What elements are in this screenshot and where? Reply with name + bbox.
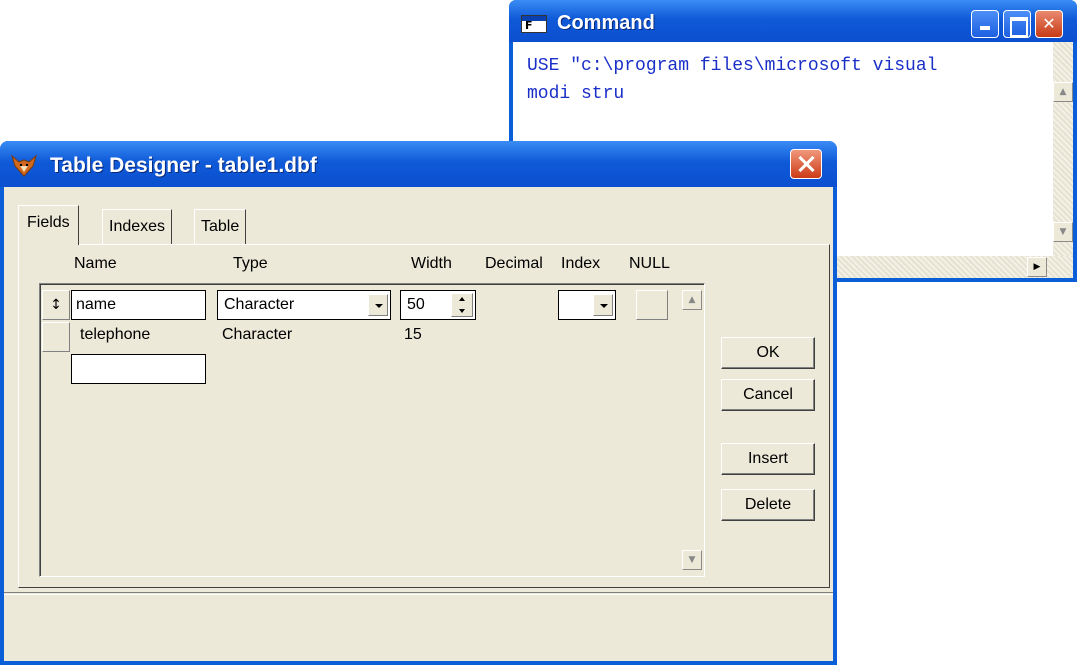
close-icon[interactable] [790, 149, 822, 179]
tab-indexes[interactable]: Indexes [102, 209, 173, 245]
insert-button[interactable]: Insert [721, 443, 815, 475]
dialog-title: Table Designer - table1.dbf [50, 154, 317, 177]
ok-button[interactable]: OK [721, 337, 815, 369]
vertical-scrollbar[interactable]: ▲ ▼ [1053, 42, 1073, 256]
minimize-button[interactable] [971, 10, 999, 38]
field-index-select[interactable] [558, 290, 616, 320]
scroll-up-arrow-icon[interactable]: ▲ [682, 290, 702, 310]
grid-vertical-scrollbar[interactable]: ▲ ▼ [682, 286, 702, 574]
command-line: USE "c:\program files\microsoft visual [527, 56, 938, 76]
column-header-name: Name [74, 255, 117, 272]
table-designer-dialog[interactable]: Table Designer - table1.dbf Fields Index… [0, 141, 837, 665]
field-width-cell[interactable]: 15 [404, 326, 422, 344]
maximize-button[interactable] [1003, 10, 1031, 38]
status-bar [4, 592, 833, 595]
scroll-down-arrow-icon[interactable]: ▼ [682, 550, 702, 570]
column-header-width: Width [411, 255, 452, 272]
command-window-icon [521, 15, 547, 33]
fox-icon [11, 154, 37, 177]
scroll-up-arrow-icon[interactable]: ▲ [1053, 82, 1073, 102]
delete-button[interactable]: Delete [721, 489, 815, 521]
chevron-down-icon[interactable] [368, 294, 388, 316]
field-type-cell[interactable]: Character [222, 326, 292, 344]
spinner-arrows-icon[interactable] [451, 293, 473, 317]
tab-table[interactable]: Table [194, 209, 247, 245]
field-width-spinner[interactable]: 50 [400, 290, 476, 320]
dialog-body: Fields Indexes Table Name Type Width Dec… [4, 187, 833, 661]
field-name-input[interactable]: name [71, 290, 206, 320]
fields-grid[interactable]: ↕ name Character 50 telephone Character [39, 283, 705, 577]
new-field-name-input[interactable] [71, 354, 206, 384]
field-width-value: 50 [407, 296, 425, 313]
row-mover-handle[interactable]: ↕ [42, 290, 70, 320]
field-type-select[interactable]: Character [217, 290, 391, 320]
scroll-right-arrow-icon[interactable]: ▶ [1027, 257, 1047, 277]
column-header-type: Type [233, 255, 268, 272]
scroll-down-arrow-icon[interactable]: ▼ [1053, 222, 1073, 242]
column-header-index: Index [561, 255, 601, 272]
row-mover-handle[interactable] [42, 322, 70, 352]
command-line: modi stru [527, 84, 625, 104]
column-header-decimal: Decimal [485, 255, 543, 272]
tab-fields[interactable]: Fields [18, 205, 79, 245]
close-button[interactable]: ✕ [1035, 10, 1063, 38]
column-header-null: NULL [629, 255, 670, 272]
cancel-button[interactable]: Cancel [721, 379, 815, 411]
command-window-title: Command [557, 12, 655, 34]
table-designer-titlebar[interactable]: Table Designer - table1.dbf [0, 141, 837, 187]
field-name-cell[interactable]: telephone [80, 326, 150, 344]
chevron-down-icon[interactable] [593, 294, 613, 316]
command-titlebar[interactable]: Command ✕ [509, 0, 1077, 42]
fields-tab-panel: Name Type Width Decimal Index NULL ↕ nam… [18, 244, 830, 588]
field-type-value: Character [224, 296, 295, 313]
null-toggle-button[interactable] [636, 290, 668, 320]
